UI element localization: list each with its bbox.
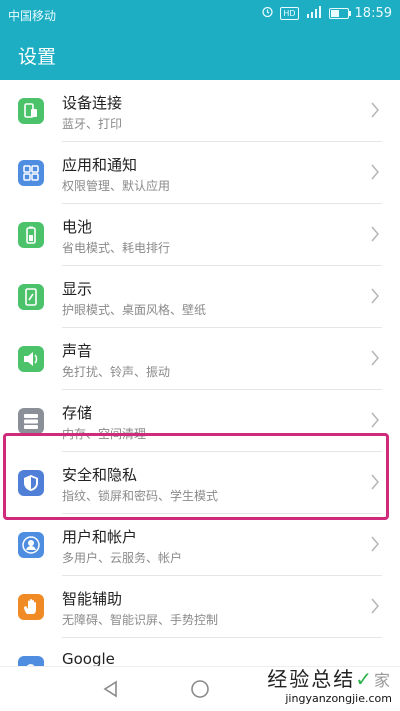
settings-item-subtitle: 权限管理、默认应用: [62, 179, 171, 193]
chevron-right-icon: [371, 288, 379, 304]
settings-item-subtitle: 无障碍、智能识屏、手势控制: [62, 613, 219, 627]
watermark-url: jingyanzongjie.com: [285, 692, 392, 705]
device-connection-icon: [18, 98, 44, 124]
carrier-name: 中国移动: [8, 9, 57, 23]
settings-item-label: 应用和通知: [62, 156, 138, 174]
chevron-right-icon: [371, 164, 379, 180]
watermark: 经验总结✓家 jingyanzongjie.com: [267, 663, 392, 705]
chevron-right-icon: [371, 598, 379, 614]
battery-icon: [18, 222, 44, 248]
chevron-right-icon: [371, 412, 379, 428]
settings-item-label: 显示: [62, 280, 93, 298]
settings-item-label: 用户和帐户: [62, 528, 138, 546]
settings-item-subtitle: 蓝牙、打印: [62, 117, 123, 131]
page-title: 设置: [18, 46, 57, 68]
speaker-icon: [18, 346, 44, 372]
watermark-text: 经验总结: [267, 667, 356, 691]
settings-item-label: 设备连接: [62, 94, 123, 112]
home-icon[interactable]: [189, 678, 211, 700]
settings-item-label: 存储: [62, 404, 93, 422]
battery-indicator: [328, 7, 351, 19]
chevron-right-icon: [371, 536, 379, 552]
settings-item-subtitle: 免打扰、铃声、振动: [62, 365, 171, 379]
settings-item-subtitle: 护眼模式、桌面风格、壁纸: [62, 303, 207, 317]
hand-icon: [18, 594, 44, 620]
clock: 18:59: [354, 5, 392, 21]
apps-grid-icon: [18, 160, 44, 186]
back-icon[interactable]: [101, 679, 121, 699]
settings-item-battery[interactable]: 电池 省电模式、耗电排行: [0, 204, 400, 266]
storage-icon: [18, 408, 44, 434]
highlight-box: [3, 433, 389, 520]
hd-badge: HD: [280, 6, 299, 20]
settings-item-apps-notifications[interactable]: 应用和通知 权限管理、默认应用: [0, 142, 400, 204]
settings-item-label: 电池: [62, 218, 93, 236]
settings-item-label: 声音: [62, 342, 93, 360]
chevron-right-icon: [371, 226, 379, 242]
settings-item-users-accounts[interactable]: 用户和帐户 多用户、云服务、帐户: [0, 514, 400, 576]
signal-icon: [305, 5, 323, 21]
watermark-extra: 家: [373, 671, 392, 690]
settings-item-label: 智能辅助: [62, 590, 123, 608]
settings-item-smart-assist[interactable]: 智能辅助 无障碍、智能识屏、手势控制: [0, 576, 400, 638]
settings-item-subtitle: 省电模式、耗电排行: [62, 241, 171, 255]
display-icon: [18, 284, 44, 310]
check-icon: ✓: [355, 667, 374, 691]
settings-item-sound[interactable]: 声音 免打扰、铃声、振动: [0, 328, 400, 390]
settings-item-display[interactable]: 显示 护眼模式、桌面风格、壁纸: [0, 266, 400, 328]
settings-item-subtitle: 多用户、云服务、帐户: [62, 551, 183, 565]
chevron-right-icon: [371, 350, 379, 366]
title-bar: 设置: [0, 30, 400, 80]
alarm-icon: [261, 5, 274, 21]
chevron-right-icon: [371, 102, 379, 118]
user-icon: [18, 532, 44, 558]
settings-item-device-connection[interactable]: 设备连接 蓝牙、打印: [0, 80, 400, 142]
status-bar: 中国移动 HD 18:59: [0, 0, 400, 30]
